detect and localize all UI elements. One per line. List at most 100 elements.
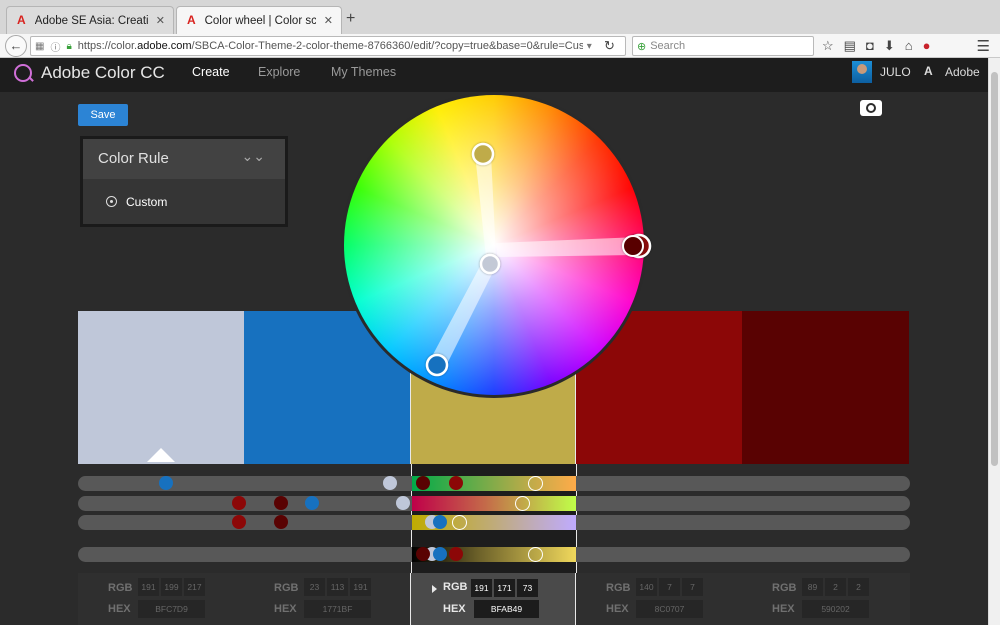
- adobe-link[interactable]: Adobe: [945, 65, 980, 79]
- rgb-g-input[interactable]: 113: [327, 578, 348, 596]
- color-handle-0[interactable]: [479, 253, 501, 275]
- download-icon[interactable]: ⬇: [884, 38, 895, 54]
- radio-selected-icon: [106, 196, 117, 207]
- hex-label: HEX: [606, 603, 629, 615]
- rgb-r-input[interactable]: 191: [138, 578, 159, 596]
- back-button[interactable]: ←: [5, 35, 27, 57]
- rgb-label: RGB: [108, 582, 133, 594]
- rgb-g-input[interactable]: 171: [494, 579, 515, 597]
- color-rule-dropdown[interactable]: Color Rule ⌄⌄: [83, 139, 285, 179]
- browser-nav-bar: ← ▦ ⓘ 🔒︎ https://color.adobe.com/SBCA-Co…: [0, 34, 1000, 58]
- user-name[interactable]: JULO: [880, 65, 911, 79]
- rgb-r-input[interactable]: 140: [636, 578, 657, 596]
- color-values-3: RGB 140 7 7 HEX 8C0707: [576, 573, 742, 625]
- slider-handle-2-blue[interactable]: [451, 515, 467, 530]
- address-bar[interactable]: ▦ ⓘ 🔒︎ https://color.adobe.com/SBCA-Colo…: [30, 36, 626, 56]
- browser-toolbar-icons: ☆ ▤ ◘ ⬇ ⌂ ●: [822, 38, 930, 54]
- url-host: https://color.: [77, 40, 138, 52]
- reading-list-icon[interactable]: ▤: [844, 38, 856, 54]
- handle-beam: [496, 237, 639, 257]
- browser-tab-adobe-se-asia[interactable]: A Adobe SE Asia: Creative, m... ✕: [6, 6, 174, 34]
- slider-gradient-green[interactable]: [412, 496, 576, 511]
- url-domain: adobe.com: [137, 40, 192, 52]
- reload-icon[interactable]: ↻: [604, 38, 615, 54]
- close-tab-icon[interactable]: ✕: [156, 14, 165, 27]
- app-title[interactable]: Adobe Color CC: [41, 63, 165, 83]
- bookmark-star-icon[interactable]: ☆: [822, 38, 834, 54]
- adobe-logo-icon[interactable]: A: [924, 64, 933, 78]
- hex-input[interactable]: 8C0707: [636, 600, 703, 618]
- handle-beam: [475, 154, 496, 257]
- color-handle-1[interactable]: [425, 353, 449, 377]
- rgb-b-input[interactable]: 73: [517, 579, 538, 597]
- adobe-favicon-icon: A: [186, 13, 196, 27]
- rgb-b-input[interactable]: 191: [350, 578, 371, 596]
- scrollbar-thumb[interactable]: [991, 72, 998, 466]
- slider-handle-0-red[interactable]: [382, 476, 397, 490]
- rgb-g-input[interactable]: 2: [825, 578, 846, 596]
- rgb-b-input[interactable]: 2: [848, 578, 869, 596]
- browser-tab-color-wheel[interactable]: A Color wheel | Color scheme... ✕: [176, 6, 342, 34]
- nav-explore[interactable]: Explore: [258, 65, 300, 79]
- url-text[interactable]: https://color.adobe.com/SBCA-Color-Theme…: [78, 40, 583, 52]
- slider-handle-2-red[interactable]: [527, 476, 543, 491]
- rgb-label: RGB: [443, 581, 468, 593]
- search-placeholder: Search: [650, 40, 686, 52]
- new-tab-icon[interactable]: +: [346, 10, 355, 28]
- hex-input[interactable]: BFAB49: [474, 600, 539, 618]
- url-path: /SBCA-Color-Theme-2-color-theme-8766360/…: [191, 40, 583, 52]
- hex-label: HEX: [443, 603, 466, 615]
- rgb-b-input[interactable]: 217: [184, 578, 205, 596]
- rgb-g-input[interactable]: 7: [659, 578, 680, 596]
- sidebar-icon[interactable]: ▦: [35, 41, 44, 52]
- play-arrow-icon[interactable]: [432, 585, 437, 593]
- color-handle-4[interactable]: [622, 235, 644, 257]
- color-swatch-4[interactable]: [742, 311, 909, 464]
- rgb-g-input[interactable]: 199: [161, 578, 182, 596]
- rgb-b-input[interactable]: 7: [682, 578, 703, 596]
- color-swatch-0[interactable]: [78, 311, 244, 464]
- save-button[interactable]: Save: [78, 104, 128, 126]
- color-rule-title: Color Rule: [98, 150, 169, 167]
- hex-input[interactable]: 590202: [802, 600, 869, 618]
- chevron-down-icon[interactable]: ⌄⌄: [242, 148, 265, 165]
- slider-handle-2-green[interactable]: [514, 496, 530, 511]
- info-icon[interactable]: ⓘ: [50, 39, 60, 54]
- nav-my-themes[interactable]: My Themes: [331, 65, 396, 79]
- hex-label: HEX: [772, 603, 795, 615]
- rgb-r-input[interactable]: 89: [802, 578, 823, 596]
- search-input[interactable]: ⊕ Search: [632, 36, 814, 56]
- camera-icon[interactable]: [860, 100, 882, 116]
- color-rule-option-custom[interactable]: Custom: [83, 179, 285, 224]
- hex-input[interactable]: 1771BF: [304, 600, 371, 618]
- adobe-color-logo-icon[interactable]: [14, 64, 32, 82]
- nav-create[interactable]: Create: [192, 65, 230, 79]
- close-tab-icon[interactable]: ✕: [324, 14, 333, 27]
- slider-handle-2-brightness[interactable]: [527, 547, 543, 562]
- menu-icon[interactable]: ☰: [977, 37, 990, 55]
- rgb-label: RGB: [606, 582, 631, 594]
- hex-label: HEX: [274, 603, 297, 615]
- home-icon[interactable]: ⌂: [905, 38, 913, 54]
- slider-handle-1-brightness[interactable]: [432, 547, 447, 561]
- avatar[interactable]: [852, 61, 872, 83]
- rgb-r-input[interactable]: 23: [304, 578, 325, 596]
- slider-handle-0-green[interactable]: [395, 496, 410, 510]
- search-engine-icon[interactable]: ⊕: [637, 40, 646, 53]
- adobe-favicon-icon: A: [17, 13, 26, 27]
- slider-handle-1-red[interactable]: [158, 476, 173, 490]
- hex-input[interactable]: BFC7D9: [138, 600, 205, 618]
- lock-icon: 🔒︎: [66, 40, 72, 52]
- slider-handle-1-blue[interactable]: [432, 515, 447, 529]
- slider-gradient-red[interactable]: [412, 476, 576, 491]
- pocket-icon[interactable]: ◘: [866, 38, 874, 54]
- rgb-label: RGB: [772, 582, 797, 594]
- pinterest-icon[interactable]: ●: [923, 38, 931, 54]
- rgb-r-input[interactable]: 191: [471, 579, 492, 597]
- tab-title: Color wheel | Color scheme...: [204, 14, 316, 27]
- base-color-marker-icon: [147, 448, 175, 462]
- color-rule-panel: Color Rule ⌄⌄ Custom: [80, 136, 288, 227]
- color-values-4: RGB 89 2 2 HEX 590202: [742, 573, 908, 625]
- dropdown-arrow-icon[interactable]: ▾: [587, 41, 592, 52]
- color-handle-2[interactable]: [471, 142, 495, 166]
